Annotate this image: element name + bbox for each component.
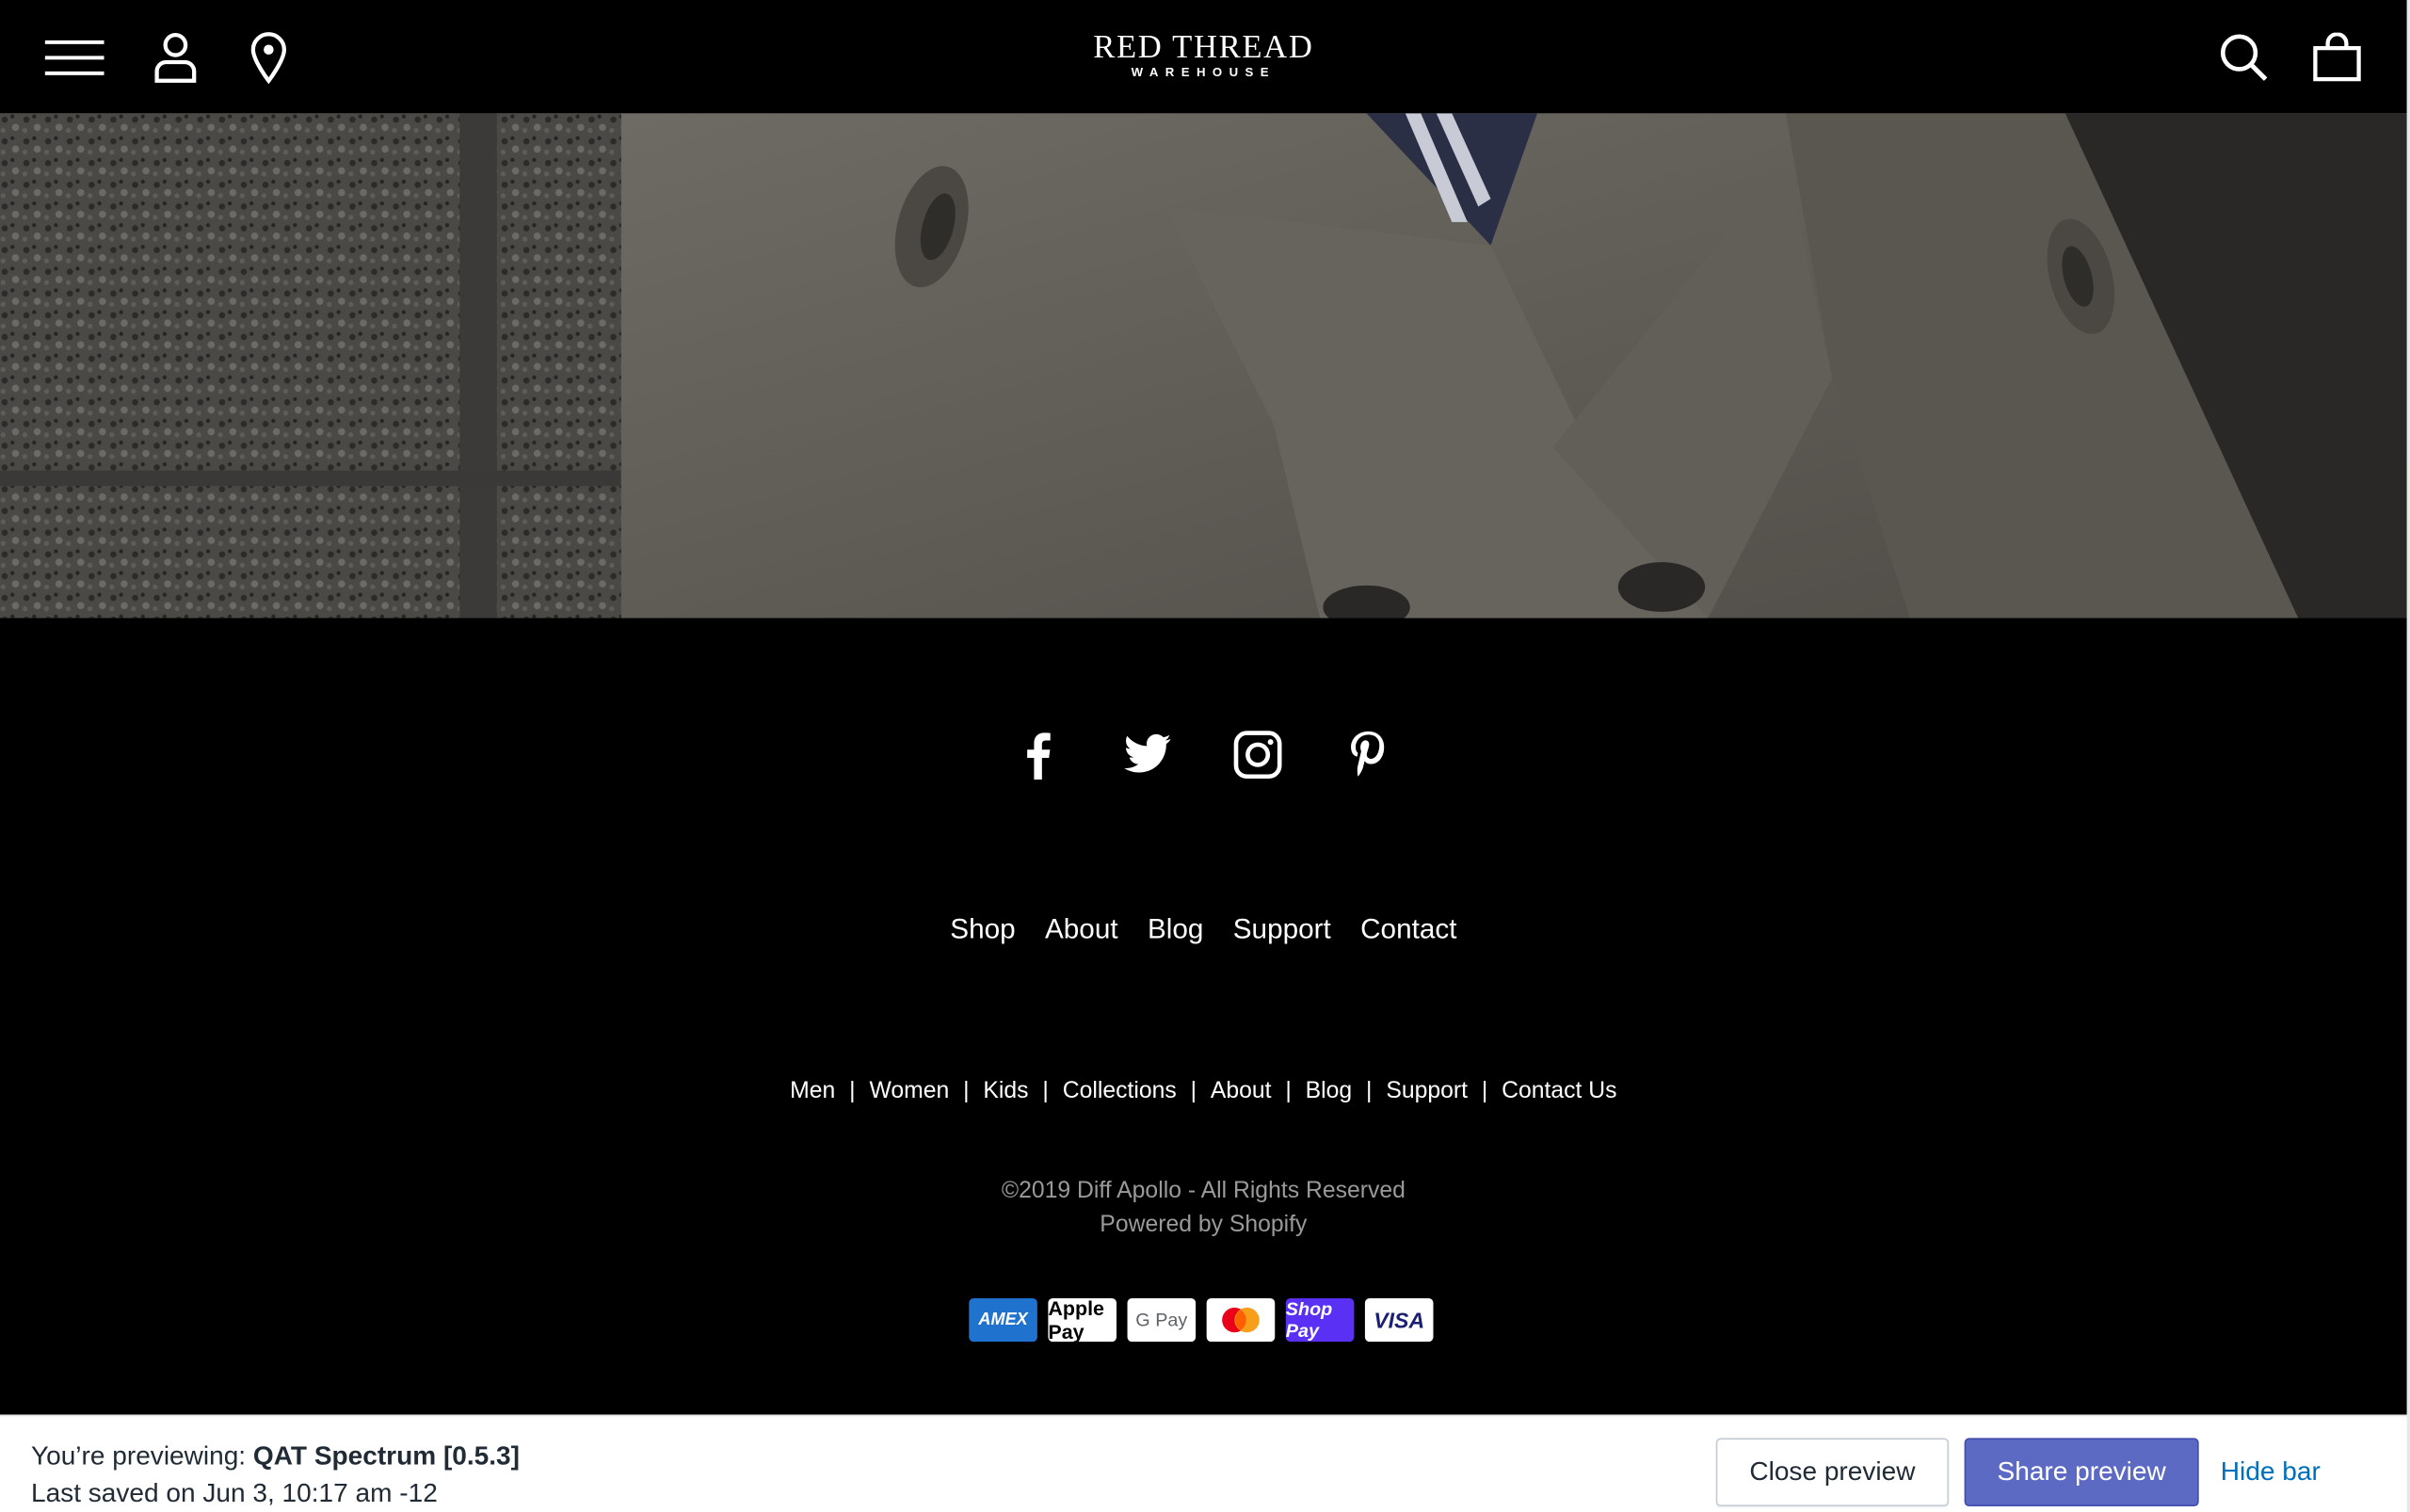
separator: | [1190, 1077, 1197, 1104]
visa-icon: VISA [1364, 1297, 1434, 1343]
pinterest-icon[interactable] [1341, 727, 1396, 782]
nav-link-support[interactable]: Support [1233, 913, 1331, 944]
copyright-block: ©2019 Diff Apollo - All Rights Reserved … [0, 1174, 2407, 1243]
nav-link-about[interactable]: About [1045, 913, 1118, 944]
hero-photo [0, 113, 2407, 619]
site-header: RED THREAD WAREHOUSE [0, 0, 2407, 114]
logo-sub-text: WAREHOUSE [1131, 65, 1277, 80]
cart-icon[interactable] [2306, 28, 2369, 88]
account-icon[interactable] [144, 28, 206, 88]
powered-by-text[interactable]: Powered by Shopify [0, 1208, 2407, 1242]
footer-link-women[interactable]: Women [869, 1078, 949, 1104]
footer-link-men[interactable]: Men [790, 1078, 835, 1104]
payment-icons: AMEX Apple Pay G Pay Shop Pay VISA [969, 1296, 1434, 1343]
hide-bar-link[interactable]: Hide bar [2221, 1456, 2321, 1488]
previewing-label: You’re previewing: [30, 1440, 247, 1472]
nav-link-blog[interactable]: Blog [1148, 913, 1203, 944]
location-icon[interactable] [237, 28, 299, 88]
site-footer [0, 618, 2407, 1415]
footer-link-contact-us[interactable]: Contact Us [1502, 1078, 1616, 1104]
copyright-text: ©2019 Diff Apollo - All Rights Reserved [1001, 1177, 1406, 1204]
page: RED THREAD WAREHOUSE Shop About Blog Sup… [0, 0, 2410, 1512]
separator: | [1481, 1077, 1488, 1104]
footer-link-kids[interactable]: Kids [983, 1078, 1028, 1104]
shop-pay-icon: Shop Pay [1285, 1297, 1355, 1343]
preview-info: You’re previewing: QAT Spectrum [0.5.3] … [31, 1438, 520, 1512]
share-preview-button[interactable]: Share preview [1964, 1438, 2199, 1507]
twitter-icon[interactable] [1119, 727, 1175, 782]
footer-link-blog[interactable]: Blog [1306, 1078, 1353, 1104]
search-icon[interactable] [2213, 28, 2275, 88]
apple-pay-icon: Apple Pay [1048, 1296, 1117, 1343]
footer-link-support[interactable]: Support [1386, 1078, 1468, 1104]
google-pay-icon: G Pay [1127, 1297, 1197, 1343]
amex-icon: AMEX [969, 1297, 1037, 1343]
nav-link-contact[interactable]: Contact [1360, 913, 1456, 944]
separator: | [963, 1077, 970, 1104]
separator: | [1042, 1077, 1049, 1104]
facebook-icon[interactable] [1009, 727, 1065, 782]
store-logo[interactable]: RED THREAD WAREHOUSE [1009, 29, 1397, 80]
theme-preview-bar: You’re previewing: QAT Spectrum [0.5.3] … [0, 1414, 2410, 1512]
footer-primary-nav: Shop About Blog Support Contact [0, 913, 2407, 946]
footer-link-about[interactable]: About [1211, 1078, 1272, 1104]
footer-link-collections[interactable]: Collections [1063, 1078, 1177, 1104]
separator: | [1366, 1077, 1373, 1104]
close-preview-button[interactable]: Close preview [1715, 1438, 1950, 1507]
footer-secondary-nav: Men | Women | Kids | Collections | About | Blog | Su… [0, 1078, 2407, 1104]
separator: | [849, 1077, 856, 1104]
nav-link-shop[interactable]: Shop [950, 913, 1015, 944]
preview-theme-line: You’re previewing: QAT Spectrum [0.5.3] [31, 1438, 520, 1475]
instagram-icon[interactable] [1229, 727, 1285, 782]
menu-icon[interactable] [43, 28, 105, 88]
mastercard-icon [1206, 1297, 1276, 1343]
logo-main-text: RED THREAD [1093, 27, 1314, 66]
last-saved-text: Last saved on Jun 3, 10:17 am -12 [30, 1478, 438, 1508]
hero-image [0, 113, 2407, 619]
theme-name: QAT Spectrum [0.5.3] [252, 1440, 521, 1472]
separator: | [1285, 1077, 1292, 1104]
